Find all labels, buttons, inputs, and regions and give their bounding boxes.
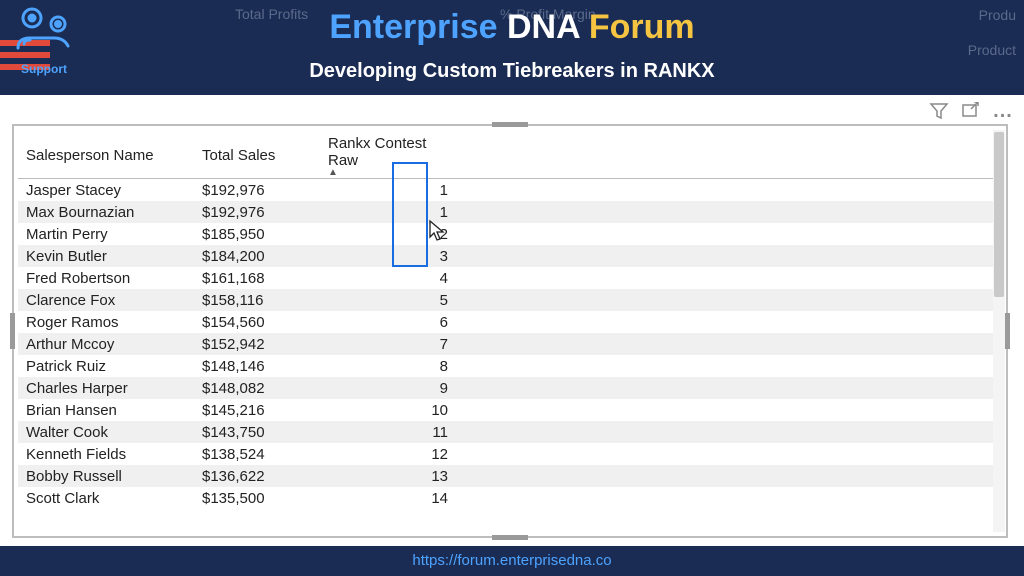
scrollbar-thumb[interactable] <box>994 132 1004 297</box>
cell-name: Charles Harper <box>18 377 194 399</box>
cell-rank: 6 <box>320 311 464 333</box>
cell-name: Roger Ramos <box>18 311 194 333</box>
cell-rank: 10 <box>320 399 464 421</box>
cell-name: Bobby Russell <box>18 465 194 487</box>
cell-name: Arthur Mccoy <box>18 333 194 355</box>
cell-name: Fred Robertson <box>18 267 194 289</box>
cell-rank: 4 <box>320 267 464 289</box>
table-row[interactable]: Walter Cook$143,75011 <box>18 421 1002 443</box>
cell-name: Jasper Stacey <box>18 179 194 202</box>
cell-rank: 11 <box>320 421 464 443</box>
cell-rank: 2 <box>320 223 464 245</box>
page-subtitle: Developing Custom Tiebreakers in RANKX <box>0 60 1024 83</box>
cell-name: Kevin Butler <box>18 245 194 267</box>
cell-sales: $161,168 <box>194 267 320 289</box>
cell-name: Walter Cook <box>18 421 194 443</box>
scrollbar[interactable] <box>993 130 1005 532</box>
resize-handle-right[interactable] <box>1005 313 1010 349</box>
table-row[interactable]: Max Bournazian$192,9761 <box>18 201 1002 223</box>
cell-sales: $158,116 <box>194 289 320 311</box>
rank-table: Salesperson Name Total Sales Rankx Conte… <box>18 130 1002 509</box>
table-row[interactable]: Kevin Butler$184,2003 <box>18 245 1002 267</box>
more-options-icon[interactable]: ... <box>990 100 1016 122</box>
col-rankx-raw[interactable]: Rankx Contest Raw▲ <box>320 130 464 179</box>
table-row[interactable]: Clarence Fox$158,1165 <box>18 289 1002 311</box>
table-row[interactable]: Roger Ramos$154,5606 <box>18 311 1002 333</box>
cell-rank: 8 <box>320 355 464 377</box>
table-row[interactable]: Martin Perry$185,9502 <box>18 223 1002 245</box>
cell-sales: $145,216 <box>194 399 320 421</box>
header-banner: Support Total Profits % Profit Margin Pr… <box>0 0 1024 95</box>
focus-mode-icon[interactable] <box>958 100 984 122</box>
visual-toolbar: ... <box>926 100 1016 122</box>
table-row[interactable]: Brian Hansen$145,21610 <box>18 399 1002 421</box>
cell-rank: 13 <box>320 465 464 487</box>
cell-rank: 9 <box>320 377 464 399</box>
sort-asc-icon: ▲ <box>328 170 456 176</box>
cell-rank: 12 <box>320 443 464 465</box>
cell-rank: 5 <box>320 289 464 311</box>
cell-rank: 3 <box>320 245 464 267</box>
cell-sales: $185,950 <box>194 223 320 245</box>
cell-sales: $148,146 <box>194 355 320 377</box>
table-row[interactable]: Fred Robertson$161,1684 <box>18 267 1002 289</box>
cell-sales: $136,622 <box>194 465 320 487</box>
cell-sales: $148,082 <box>194 377 320 399</box>
resize-handle-left[interactable] <box>10 313 15 349</box>
cell-sales: $135,500 <box>194 487 320 509</box>
table-row[interactable]: Kenneth Fields$138,52412 <box>18 443 1002 465</box>
cell-name: Scott Clark <box>18 487 194 509</box>
table-header-row: Salesperson Name Total Sales Rankx Conte… <box>18 130 1002 179</box>
col-total-sales[interactable]: Total Sales <box>194 130 320 179</box>
cell-rank: 1 <box>320 201 464 223</box>
cell-sales: $138,524 <box>194 443 320 465</box>
resize-handle-top[interactable] <box>492 122 528 127</box>
cell-name: Clarence Fox <box>18 289 194 311</box>
cell-name: Brian Hansen <box>18 399 194 421</box>
cell-sales: $192,976 <box>194 179 320 202</box>
table-row[interactable]: Scott Clark$135,50014 <box>18 487 1002 509</box>
col-salesperson[interactable]: Salesperson Name <box>18 130 194 179</box>
cell-sales: $192,976 <box>194 201 320 223</box>
cell-sales: $143,750 <box>194 421 320 443</box>
cell-name: Max Bournazian <box>18 201 194 223</box>
table-row[interactable]: Patrick Ruiz$148,1468 <box>18 355 1002 377</box>
filter-icon[interactable] <box>926 100 952 122</box>
table-row[interactable]: Arthur Mccoy$152,9427 <box>18 333 1002 355</box>
cell-rank: 1 <box>320 179 464 202</box>
footer-link[interactable]: https://forum.enterprisedna.co <box>412 552 611 569</box>
cell-sales: $154,560 <box>194 311 320 333</box>
cell-sales: $184,200 <box>194 245 320 267</box>
cell-sales: $152,942 <box>194 333 320 355</box>
cell-rank: 14 <box>320 487 464 509</box>
table-row[interactable]: Charles Harper$148,0829 <box>18 377 1002 399</box>
cell-name: Kenneth Fields <box>18 443 194 465</box>
footer-bar: https://forum.enterprisedna.co <box>0 546 1024 576</box>
cell-rank: 7 <box>320 333 464 355</box>
cell-name: Martin Perry <box>18 223 194 245</box>
table-row[interactable]: Bobby Russell$136,62213 <box>18 465 1002 487</box>
table-row[interactable]: Jasper Stacey$192,9761 <box>18 179 1002 202</box>
resize-handle-bottom[interactable] <box>492 535 528 540</box>
forum-title: Enterprise DNA Forum <box>0 8 1024 47</box>
cell-name: Patrick Ruiz <box>18 355 194 377</box>
table-visual[interactable]: Salesperson Name Total Sales Rankx Conte… <box>12 124 1008 538</box>
